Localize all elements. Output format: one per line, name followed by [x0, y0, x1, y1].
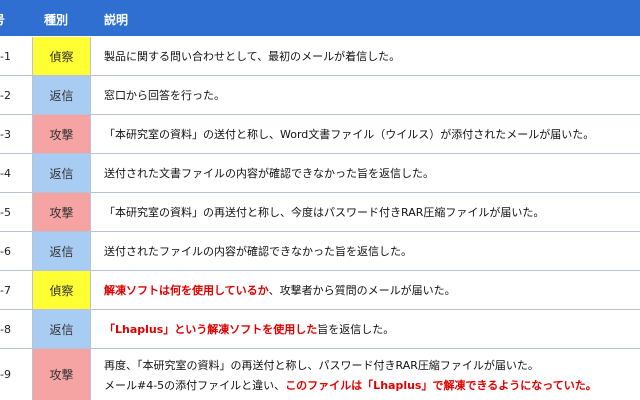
row-number: 4-9 [0, 368, 11, 381]
table-row: 4-2 返信 窓口から回答を行った。 [0, 76, 640, 115]
desc-text: 窓口から回答を行った。 [104, 89, 225, 102]
type-badge: 返信 [32, 154, 91, 192]
header-type: 種別 [44, 13, 69, 27]
type-badge: 攻撃 [32, 193, 91, 231]
row-description: 送付されたファイルの内容が確認できなかった旨を返信した。 [104, 232, 640, 270]
row-description: 解凍ソフトは何を使用しているか、攻撃者から質問のメールが届いた。 [104, 271, 640, 309]
row-number: 4-6 [0, 244, 11, 258]
highlight-text: このファイルは「Lhaplus」で解凍できるようになっていた。 [285, 378, 597, 392]
desc-text: 「本研究室の資料」の送付と称し、Word文書ファイル（ウイルス）が添付されたメー… [104, 128, 595, 141]
row-number: 4-3 [0, 127, 11, 141]
type-badge: 偵察 [32, 271, 91, 309]
type-badge: 攻撃 [32, 115, 91, 153]
row-number: 4-1 [0, 49, 11, 63]
row-number: 4-2 [0, 88, 11, 102]
desc-text: 旨を返信した。 [317, 323, 395, 336]
table-row: 4-3 攻撃 「本研究室の資料」の送付と称し、Word文書ファイル（ウイルス）が… [0, 115, 640, 154]
header-no: 号 [0, 11, 5, 28]
type-badge: 返信 [32, 232, 91, 270]
highlight-text: 解凍ソフトは何を使用しているか [104, 284, 269, 297]
desc-text: 送付された文書ファイルの内容が確認できなかった旨を返信した。 [104, 167, 434, 180]
desc-text: 「本研究室の資料」の再送付と称し、今度はパスワード付きRAR圧縮ファイルが届いた… [104, 206, 545, 219]
table-row: 4-8 返信 「Lhaplus」という解凍ソフトを使用した旨を返信した。 [0, 310, 640, 349]
table-row: 4-1 偵察 製品に関する問い合わせとして、最初のメールが着信した。 [0, 37, 640, 76]
header-desc: 説明 [104, 13, 129, 27]
row-description: 製品に関する問い合わせとして、最初のメールが着信した。 [104, 37, 640, 75]
type-badge: 返信 [32, 76, 91, 114]
row-description: 「本研究室の資料」の送付と称し、Word文書ファイル（ウイルス）が添付されたメー… [104, 115, 640, 153]
desc-text: メール#4-5の添付ファイルと違い、 [104, 378, 286, 392]
row-number: 4-8 [0, 322, 11, 336]
desc-text: 送付されたファイルの内容が確認できなかった旨を返信した。 [104, 245, 412, 258]
type-badge: 返信 [32, 310, 91, 348]
desc-text: 、攻撃者から質問のメールが届いた。 [268, 284, 456, 297]
row-description: 「本研究室の資料」の再送付と称し、今度はパスワード付きRAR圧縮ファイルが届いた… [104, 193, 640, 231]
table-row: 4-7 偵察 解凍ソフトは何を使用しているか、攻撃者から質問のメールが届いた。 [0, 271, 640, 310]
row-description: 「Lhaplus」という解凍ソフトを使用した旨を返信した。 [104, 310, 640, 348]
type-badge: 偵察 [32, 37, 91, 75]
row-number: 4-4 [0, 166, 11, 180]
row-description: 再度、「本研究室の資料」の再送付と称し、パスワード付きRAR圧縮ファイルが届いた… [104, 349, 640, 400]
table-row: 4-6 返信 送付されたファイルの内容が確認できなかった旨を返信した。 [0, 232, 640, 271]
desc-text: 製品に関する問い合わせとして、最初のメールが着信した。 [104, 50, 401, 63]
table-row: 4-4 返信 送付された文書ファイルの内容が確認できなかった旨を返信した。 [0, 154, 640, 193]
desc-text: 再度、「本研究室の資料」の再送付と称し、パスワード付きRAR圧縮ファイルが届いた… [104, 358, 539, 372]
type-badge: 攻撃 [32, 349, 91, 400]
table-row: 4-9 攻撃 再度、「本研究室の資料」の再送付と称し、パスワード付きRAR圧縮フ… [0, 349, 640, 400]
highlight-text: 「Lhaplus」という解凍ソフトを使用した [104, 323, 318, 336]
row-description: 送付された文書ファイルの内容が確認できなかった旨を返信した。 [104, 154, 640, 192]
table-row: 4-5 攻撃 「本研究室の資料」の再送付と称し、今度はパスワード付きRAR圧縮フ… [0, 193, 640, 232]
row-number: 4-7 [0, 283, 11, 297]
row-description: 窓口から回答を行った。 [104, 76, 640, 114]
row-number: 4-5 [0, 205, 11, 219]
table-header: 号 種別 説明 [0, 0, 640, 36]
